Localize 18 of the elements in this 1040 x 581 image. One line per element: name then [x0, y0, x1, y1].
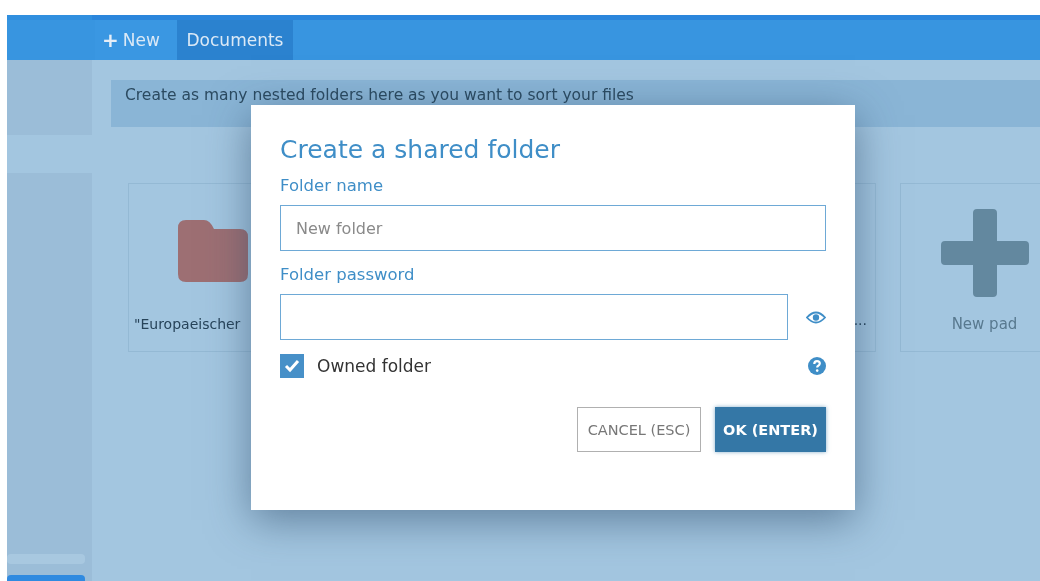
card-label: ... [853, 312, 867, 328]
cancel-button[interactable]: CANCEL (ESC) [577, 407, 701, 452]
folder-icon [177, 220, 248, 282]
checkbox-label: Owned folder [317, 356, 432, 376]
plus-icon [940, 209, 1029, 297]
ok-button[interactable]: OK (ENTER) [715, 407, 826, 452]
input-field[interactable]: New folder [280, 205, 826, 251]
plus-icon: + [102, 28, 119, 52]
card-label: "Europaeischer [134, 316, 241, 332]
eye-icon[interactable] [806, 310, 826, 324]
card-label: New pad [951, 315, 1018, 333]
dialog-title: Create a shared folder [280, 135, 561, 164]
info-text: Create as many nested folders here as you want to sort your files [125, 86, 634, 104]
help-icon[interactable] [808, 357, 826, 375]
file-card[interactable]: New pad [900, 183, 1040, 352]
breadcrumb-tab[interactable]: Documents [177, 20, 293, 60]
checkbox[interactable] [280, 354, 304, 378]
password-field[interactable] [280, 294, 789, 340]
